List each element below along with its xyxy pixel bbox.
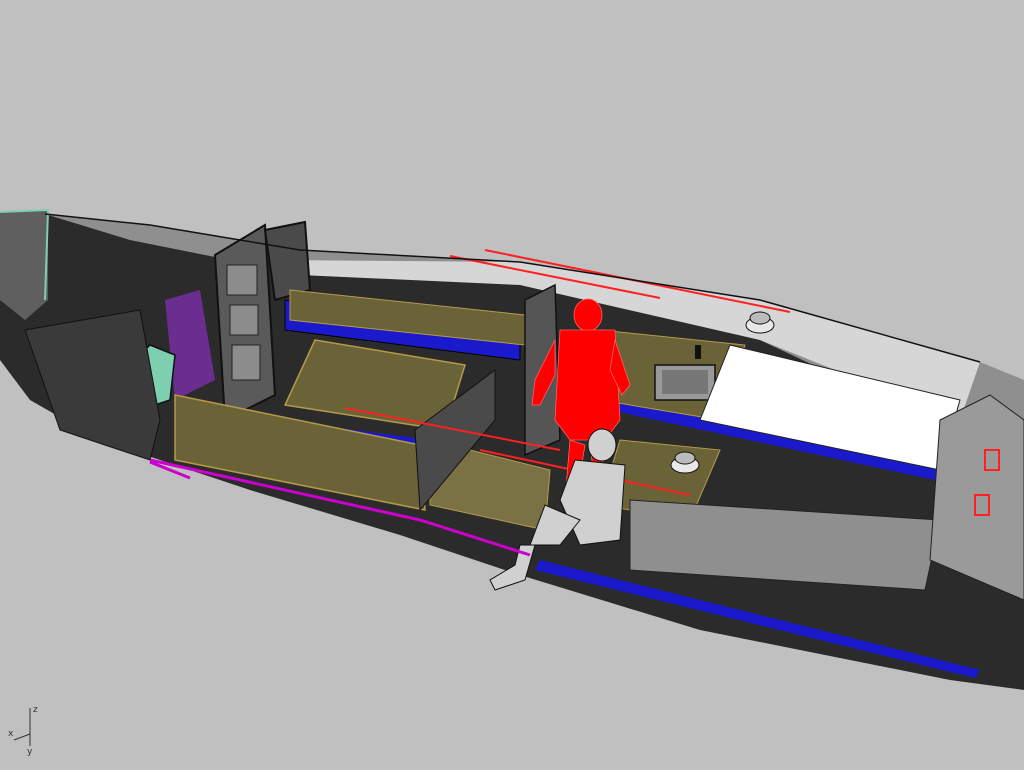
boat-model-scene[interactable] bbox=[0, 0, 1024, 770]
bulkhead-cutout-1 bbox=[226, 264, 258, 296]
3d-viewport[interactable]: z x y bbox=[0, 0, 1024, 770]
bulkhead-cutout-3 bbox=[231, 344, 261, 381]
bow-section bbox=[0, 210, 48, 320]
axis-z-label: z bbox=[33, 705, 38, 715]
forward-interior bbox=[24, 309, 161, 461]
axis-x-label: x bbox=[8, 729, 14, 739]
axis-indicator: z x y bbox=[8, 705, 38, 757]
axis-y-label: y bbox=[27, 747, 33, 757]
sink-basin bbox=[662, 370, 708, 394]
bulkhead-cutout-2 bbox=[229, 304, 259, 336]
faucet bbox=[695, 345, 701, 359]
